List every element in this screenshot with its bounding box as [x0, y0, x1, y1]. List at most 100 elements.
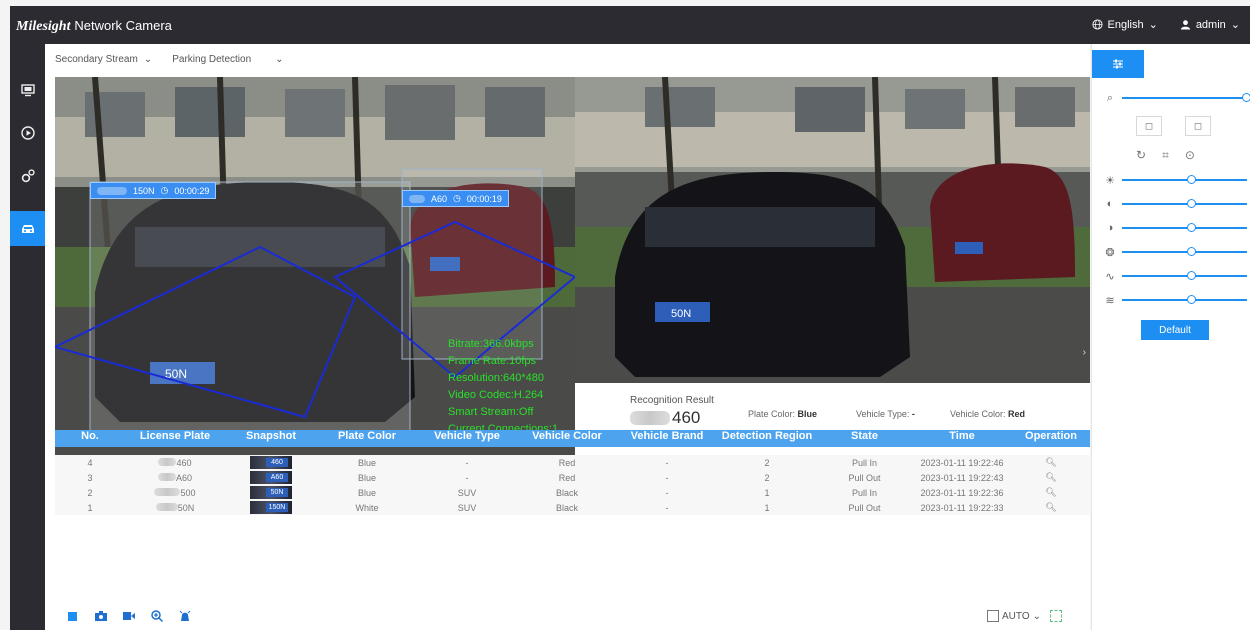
aspect-ratio-icon[interactable] [987, 610, 999, 622]
zoom-in-icon[interactable] [151, 610, 163, 622]
search-icon[interactable]: 🔍︎ [1012, 457, 1090, 468]
playback-icon[interactable] [10, 115, 45, 150]
cell-vehicle-type: - [465, 472, 469, 483]
brand-name: Milesight [16, 19, 71, 34]
cell-plate-color: Blue [357, 472, 376, 483]
alarm-icon[interactable] [179, 610, 191, 622]
mode-selector[interactable]: Parking Detection ⌄ [172, 54, 283, 65]
table-header: No. License Plate Snapshot Plate Color V… [55, 430, 1090, 447]
cell-time: 2023-01-11 19:22:43 [920, 472, 1004, 483]
table-row[interactable]: 1 50N 150N White SUV Black - 1 Pull Out … [55, 500, 1090, 515]
top-bar: Milesight Network Camera English ⌄ admin… [10, 6, 1250, 44]
cell-plate-text: 460 [176, 457, 192, 468]
search-icon[interactable]: 🔍︎ [1012, 487, 1090, 498]
live-view-icon[interactable] [10, 72, 45, 107]
cell-snapshot[interactable]: A60 [225, 471, 317, 484]
chevron-right-icon[interactable]: › [1083, 347, 1086, 358]
settings-icon[interactable] [10, 158, 45, 193]
col-vehicle-brand: Vehicle Brand [630, 430, 704, 442]
snapshot-plate-text: A60 [266, 473, 288, 482]
col-license-plate: License Plate [139, 430, 211, 442]
zoom-out-button[interactable]: ◻ [1136, 116, 1162, 136]
focus-icon[interactable]: ⌗ [1162, 148, 1169, 163]
brightness-slider[interactable]: ☀ [1102, 174, 1247, 187]
snapshot-thumbnail[interactable]: 150N [250, 501, 292, 514]
brightness-icon: ☀ [1105, 174, 1115, 187]
cell-no: 4 [87, 457, 93, 468]
table-row[interactable]: 4 460 460 Blue - Red - 2 Pull In 2023-01… [55, 455, 1090, 470]
square-icon: ◻ [1193, 120, 1203, 132]
col-vehicle-type: Vehicle Type [434, 430, 500, 442]
noise-reduction-slider[interactable]: ∿ [1102, 270, 1247, 283]
sharpness-slider[interactable]: ❂ [1102, 246, 1247, 259]
cell-vehicle-color: Red [558, 457, 576, 468]
rotate-icon[interactable]: ↻ [1136, 148, 1146, 163]
cell-vehicle-type: - [465, 457, 469, 468]
overlay-resolution: Resolution:640*480 [448, 372, 545, 384]
vehicle-type-field: Vehicle Type: - [856, 409, 915, 419]
cell-brand: - [665, 502, 669, 513]
image-adjust-tab[interactable] [1092, 50, 1144, 78]
cell-time: 2023-01-11 19:22:33 [920, 502, 1004, 513]
overlay-codec: Video Codec:H.264 [448, 389, 544, 401]
cell-vehicle-type: SUV [457, 487, 477, 498]
cell-no: 2 [87, 487, 93, 498]
camera-icon[interactable] [95, 611, 107, 621]
default-button[interactable]: Default [1141, 320, 1209, 340]
stream-selector[interactable]: Secondary Stream ⌄ [55, 54, 152, 65]
cell-time: 2023-01-11 19:22:36 [920, 487, 1004, 498]
cell-snapshot[interactable]: 50N [225, 486, 317, 499]
reset-icon[interactable]: ⊙ [1185, 148, 1195, 163]
user-icon [1180, 20, 1190, 30]
search-icon[interactable]: 🔍︎ [1012, 502, 1090, 513]
tracking-tag-2-plate: A60 [431, 193, 448, 204]
cell-plate-color: Blue [357, 487, 376, 498]
cell-time: 2023-01-11 19:22:46 [920, 457, 1004, 468]
clock-icon: ◷ [453, 193, 461, 203]
record-icon[interactable] [123, 611, 135, 621]
language-selector[interactable]: English ⌄ [1091, 18, 1158, 31]
user-menu[interactable]: admin ⌄ [1180, 18, 1240, 31]
snapshot-thumbnail[interactable]: 50N [250, 486, 292, 499]
table-row[interactable]: 2 500 50N Blue SUV Black - 1 Pull In 202… [55, 485, 1090, 500]
saturation-slider[interactable]: ◑ [1102, 222, 1247, 234]
cell-plate-color: White [355, 502, 379, 513]
image-settings-panel: ⌕ ◻ ◻ ↻ ⌗ ⊙ ☀ ◐ ◑ ❂ ∿ ≋ Default [1091, 44, 1250, 630]
cell-state: Pull Out [848, 502, 881, 513]
tracking-tag-2: A60 ◷ 00:00:19 [402, 190, 509, 207]
snapshot-image: 50N › [575, 77, 1090, 383]
snapshot-thumbnail[interactable]: A60 [250, 471, 292, 484]
stream-info-overlay: Bitrate:366.0kbps Frame Rate:10fps Resol… [448, 336, 558, 438]
stop-icon[interactable] [68, 611, 77, 621]
filter-slider[interactable]: ≋ [1102, 294, 1247, 307]
cell-snapshot[interactable]: 150N [225, 501, 317, 514]
zoom-in-button[interactable]: ◻ [1185, 116, 1211, 136]
contrast-slider[interactable]: ◐ [1102, 198, 1247, 210]
video-area[interactable]: 50N 150N ◷ 00:00:29 A60 ◷ 00:00:19 [55, 77, 1090, 476]
chevron-down-icon: ⌄ [1148, 19, 1158, 31]
vehicle-icon[interactable] [10, 211, 45, 246]
chevron-down-icon: ⌄ [1230, 19, 1240, 31]
zoom-mode-select[interactable]: AUTO [1002, 611, 1030, 622]
table-row[interactable]: 3 A60 A60 Blue - Red - 2 Pull Out 2023-0… [55, 470, 1090, 485]
search-icon[interactable]: 🔍︎ [1012, 472, 1090, 483]
user-label: admin [1195, 18, 1226, 31]
snapshot-plate-text: 460 [266, 458, 288, 467]
live-video-feed[interactable]: 50N 150N ◷ 00:00:29 A60 ◷ 00:00:19 [55, 77, 575, 475]
recognition-title: Recognition Result [630, 395, 714, 406]
cell-snapshot[interactable]: 460 [225, 456, 317, 469]
cell-vehicle-type: SUV [457, 502, 477, 513]
square-icon: ◻ [1144, 120, 1154, 132]
plate-color-field: Plate Color: Blue [748, 409, 817, 419]
zoom-slider[interactable]: ⌕ [1102, 92, 1250, 104]
clock-icon: ◷ [160, 185, 169, 195]
col-vehicle-color: Vehicle Color [532, 430, 602, 442]
cell-state: Pull In [851, 487, 877, 498]
col-state: State [851, 430, 878, 442]
cell-brand: - [665, 487, 669, 498]
chevron-down-icon: ⌄ [143, 54, 153, 65]
sliders-icon [1113, 59, 1123, 69]
fullscreen-icon[interactable] [1050, 610, 1062, 622]
recognition-plate: 460 [630, 408, 700, 428]
snapshot-thumbnail[interactable]: 460 [250, 456, 292, 469]
